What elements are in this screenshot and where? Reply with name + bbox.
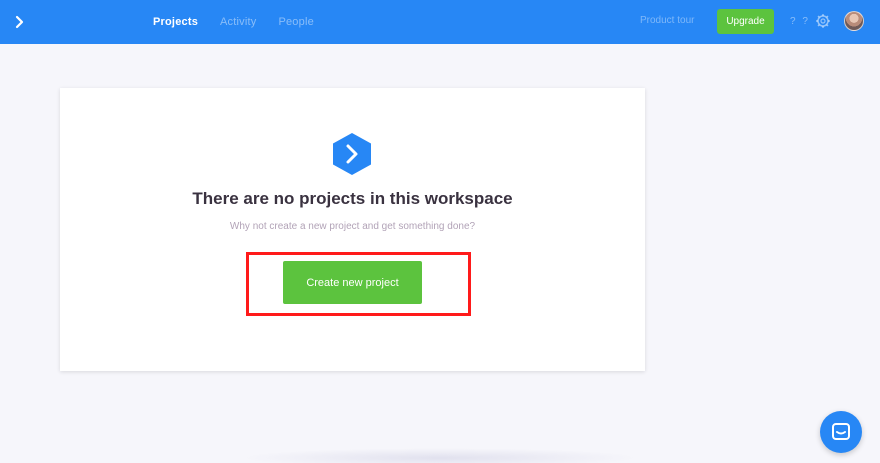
main-nav: Projects Activity People: [153, 0, 314, 44]
empty-state-title: There are no projects in this workspace: [192, 189, 513, 208]
chat-icon[interactable]: [820, 411, 862, 453]
bottom-shadow-decoration: [240, 448, 640, 463]
nav-item-people[interactable]: People: [278, 16, 313, 28]
empty-state-subtitle: Why not create a new project and get som…: [229, 221, 476, 232]
user-avatar[interactable]: [844, 11, 864, 31]
product-tour-link[interactable]: Product tour: [640, 15, 694, 26]
nav-item-projects[interactable]: Projects: [153, 16, 198, 28]
hexagon-logo-icon: [331, 132, 373, 176]
help-icon[interactable]: ? ?: [790, 16, 810, 27]
highlight-annotation-box: [246, 252, 471, 316]
nav-item-activity[interactable]: Activity: [220, 16, 256, 28]
upgrade-button[interactable]: Upgrade: [717, 9, 774, 34]
top-navigation-bar: Projects Activity People Product tour Up…: [0, 0, 880, 44]
app-logo-chevron-icon[interactable]: [10, 12, 30, 32]
gear-icon[interactable]: [815, 13, 831, 29]
